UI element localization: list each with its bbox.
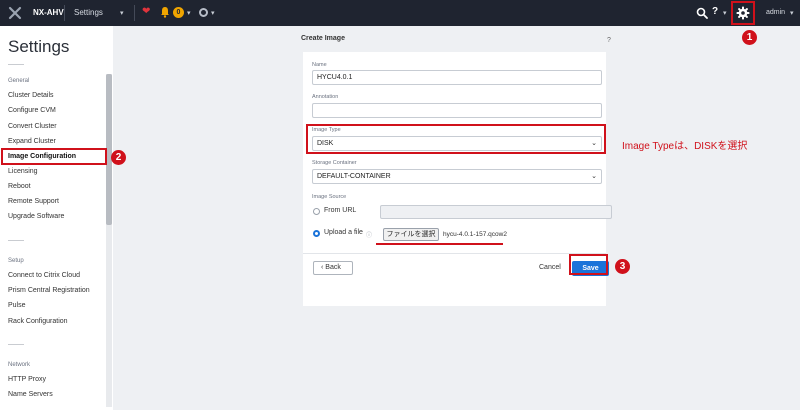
bell-icon[interactable] bbox=[160, 6, 170, 18]
settings-sidebar: Settings General Cluster Details Configu… bbox=[0, 26, 113, 410]
annotation-box-gear bbox=[731, 1, 755, 25]
task-status-icon[interactable] bbox=[199, 8, 208, 17]
back-label: Back bbox=[325, 264, 341, 271]
sidebar-item-upgrade-software[interactable]: Upgrade Software bbox=[8, 213, 64, 220]
chevron-down-icon[interactable]: ▾ bbox=[211, 9, 215, 17]
name-input[interactable]: HYCU4.0.1 bbox=[312, 70, 602, 85]
annotation-underline bbox=[376, 243, 503, 245]
chevron-down-icon: ⌄ bbox=[591, 173, 597, 180]
chevron-down-icon[interactable]: ▾ bbox=[120, 9, 124, 17]
sidebar-item-remote-support[interactable]: Remote Support bbox=[8, 198, 59, 205]
upload-file-label[interactable]: Upload a file bbox=[324, 229, 363, 236]
dialog-help-icon[interactable]: ? bbox=[607, 37, 611, 44]
sidebar-item-reboot[interactable]: Reboot bbox=[8, 183, 31, 190]
annotation-box-image-type bbox=[306, 124, 606, 154]
storage-container-select[interactable]: DEFAULT-CONTAINER ⌄ bbox=[312, 169, 602, 184]
storage-container-label: Storage Container bbox=[312, 160, 357, 166]
from-url-label[interactable]: From URL bbox=[324, 207, 356, 214]
topbar-divider bbox=[64, 5, 65, 21]
chevron-down-icon[interactable]: ▾ bbox=[187, 9, 191, 17]
sidebar-item-expand-cluster[interactable]: Expand Cluster bbox=[8, 138, 56, 145]
annotation-box-image-configuration bbox=[1, 148, 107, 165]
chevron-down-icon[interactable]: ▾ bbox=[790, 9, 794, 17]
sidebar-item-pulse[interactable]: Pulse bbox=[8, 302, 26, 309]
sidebar-item-convert-cluster[interactable]: Convert Cluster bbox=[8, 123, 57, 130]
choose-file-button[interactable]: ファイルを選択 bbox=[383, 228, 439, 241]
sidebar-title: Settings bbox=[8, 37, 70, 56]
sidebar-item-prism-central[interactable]: Prism Central Registration bbox=[8, 287, 90, 294]
image-source-label: Image Source bbox=[312, 194, 347, 200]
health-heart-icon[interactable]: ❤ bbox=[142, 6, 150, 17]
annotation-note: Image Typeは、DISKを選択 bbox=[622, 141, 748, 152]
back-button[interactable]: ‹ Back bbox=[313, 261, 353, 275]
chevron-left-icon: ‹ bbox=[321, 264, 324, 271]
annotation-label: Annotation bbox=[312, 94, 339, 100]
chevron-down-icon[interactable]: ▾ bbox=[723, 9, 727, 17]
step-2-marker: 2 bbox=[111, 150, 126, 165]
storage-container-value: DEFAULT-CONTAINER bbox=[317, 173, 391, 180]
top-navigation-bar: NX-AHV Settings ▾ ❤ 0 ▾ ▾ ? ▾ admin ▾ bbox=[0, 0, 800, 26]
nutanix-logo-icon[interactable] bbox=[8, 6, 22, 20]
sidebar-divider bbox=[8, 240, 24, 241]
sidebar-divider bbox=[8, 344, 24, 345]
dialog-footer-divider bbox=[303, 253, 606, 254]
url-input[interactable] bbox=[380, 205, 612, 219]
upload-file-radio[interactable] bbox=[313, 230, 320, 237]
sidebar-item-name-servers[interactable]: Name Servers bbox=[8, 391, 53, 398]
annotation-input[interactable] bbox=[312, 103, 602, 118]
help-menu[interactable]: ? bbox=[712, 6, 718, 17]
from-url-radio[interactable] bbox=[313, 208, 320, 215]
dialog-header: Create Image ? bbox=[293, 28, 621, 52]
sidebar-item-rack-configuration[interactable]: Rack Configuration bbox=[8, 318, 68, 325]
search-icon[interactable] bbox=[696, 7, 708, 19]
selected-file-name: hycu-4.0.1-157.qcow2 bbox=[443, 231, 507, 238]
sidebar-item-licensing[interactable]: Licensing bbox=[8, 168, 38, 175]
topbar-divider bbox=[134, 5, 135, 21]
cluster-name: NX-AHV bbox=[33, 8, 64, 17]
step-3-marker: 3 bbox=[615, 259, 630, 274]
cancel-button[interactable]: Cancel bbox=[539, 264, 561, 271]
annotation-box-save bbox=[569, 254, 608, 275]
group-network: Network bbox=[8, 362, 31, 368]
section-dropdown[interactable]: Settings bbox=[74, 8, 103, 17]
sidebar-divider bbox=[8, 64, 24, 65]
group-general: General bbox=[8, 78, 30, 84]
sidebar-item-http-proxy[interactable]: HTTP Proxy bbox=[8, 376, 46, 383]
user-menu[interactable]: admin bbox=[766, 9, 785, 16]
sidebar-item-cluster-details[interactable]: Cluster Details bbox=[8, 92, 54, 99]
alert-count-badge[interactable]: 0 bbox=[173, 7, 184, 18]
name-label: Name bbox=[312, 62, 327, 68]
info-icon[interactable]: ⓘ bbox=[366, 230, 372, 239]
sidebar-item-configure-cvm[interactable]: Configure CVM bbox=[8, 107, 56, 114]
dialog-body: Name HYCU4.0.1 Annotation Image Type DIS… bbox=[303, 52, 612, 306]
step-1-marker: 1 bbox=[742, 30, 757, 45]
group-setup: Setup bbox=[8, 258, 24, 264]
dialog-title: Create Image bbox=[301, 35, 345, 42]
sidebar-item-citrix-cloud[interactable]: Connect to Citrix Cloud bbox=[8, 272, 80, 279]
